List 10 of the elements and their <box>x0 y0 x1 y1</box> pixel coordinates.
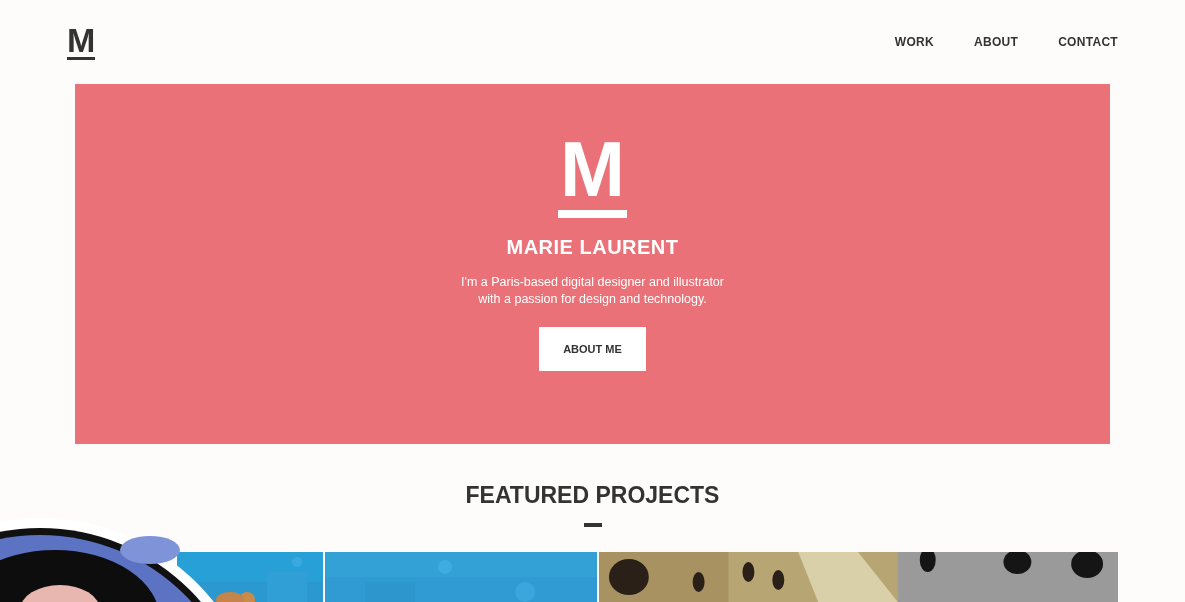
about-me-button[interactable]: ABOUT ME <box>539 327 646 371</box>
hero-name: MARIE LAURENT <box>506 235 679 260</box>
nav-link[interactable]: CONTACT <box>1058 33 1118 51</box>
nav-link[interactable]: WORK <box>894 33 934 51</box>
hero-intro: I'm a Paris-based digital designer and illustrator with a passion for design and technology. <box>461 274 724 308</box>
hero-logo: M <box>558 134 627 218</box>
logo[interactable]: M <box>67 24 96 60</box>
title-underline <box>583 522 602 527</box>
section-title: FEATURED PROJECTS <box>465 481 720 510</box>
nav-link[interactable]: ABOUT <box>973 33 1019 51</box>
